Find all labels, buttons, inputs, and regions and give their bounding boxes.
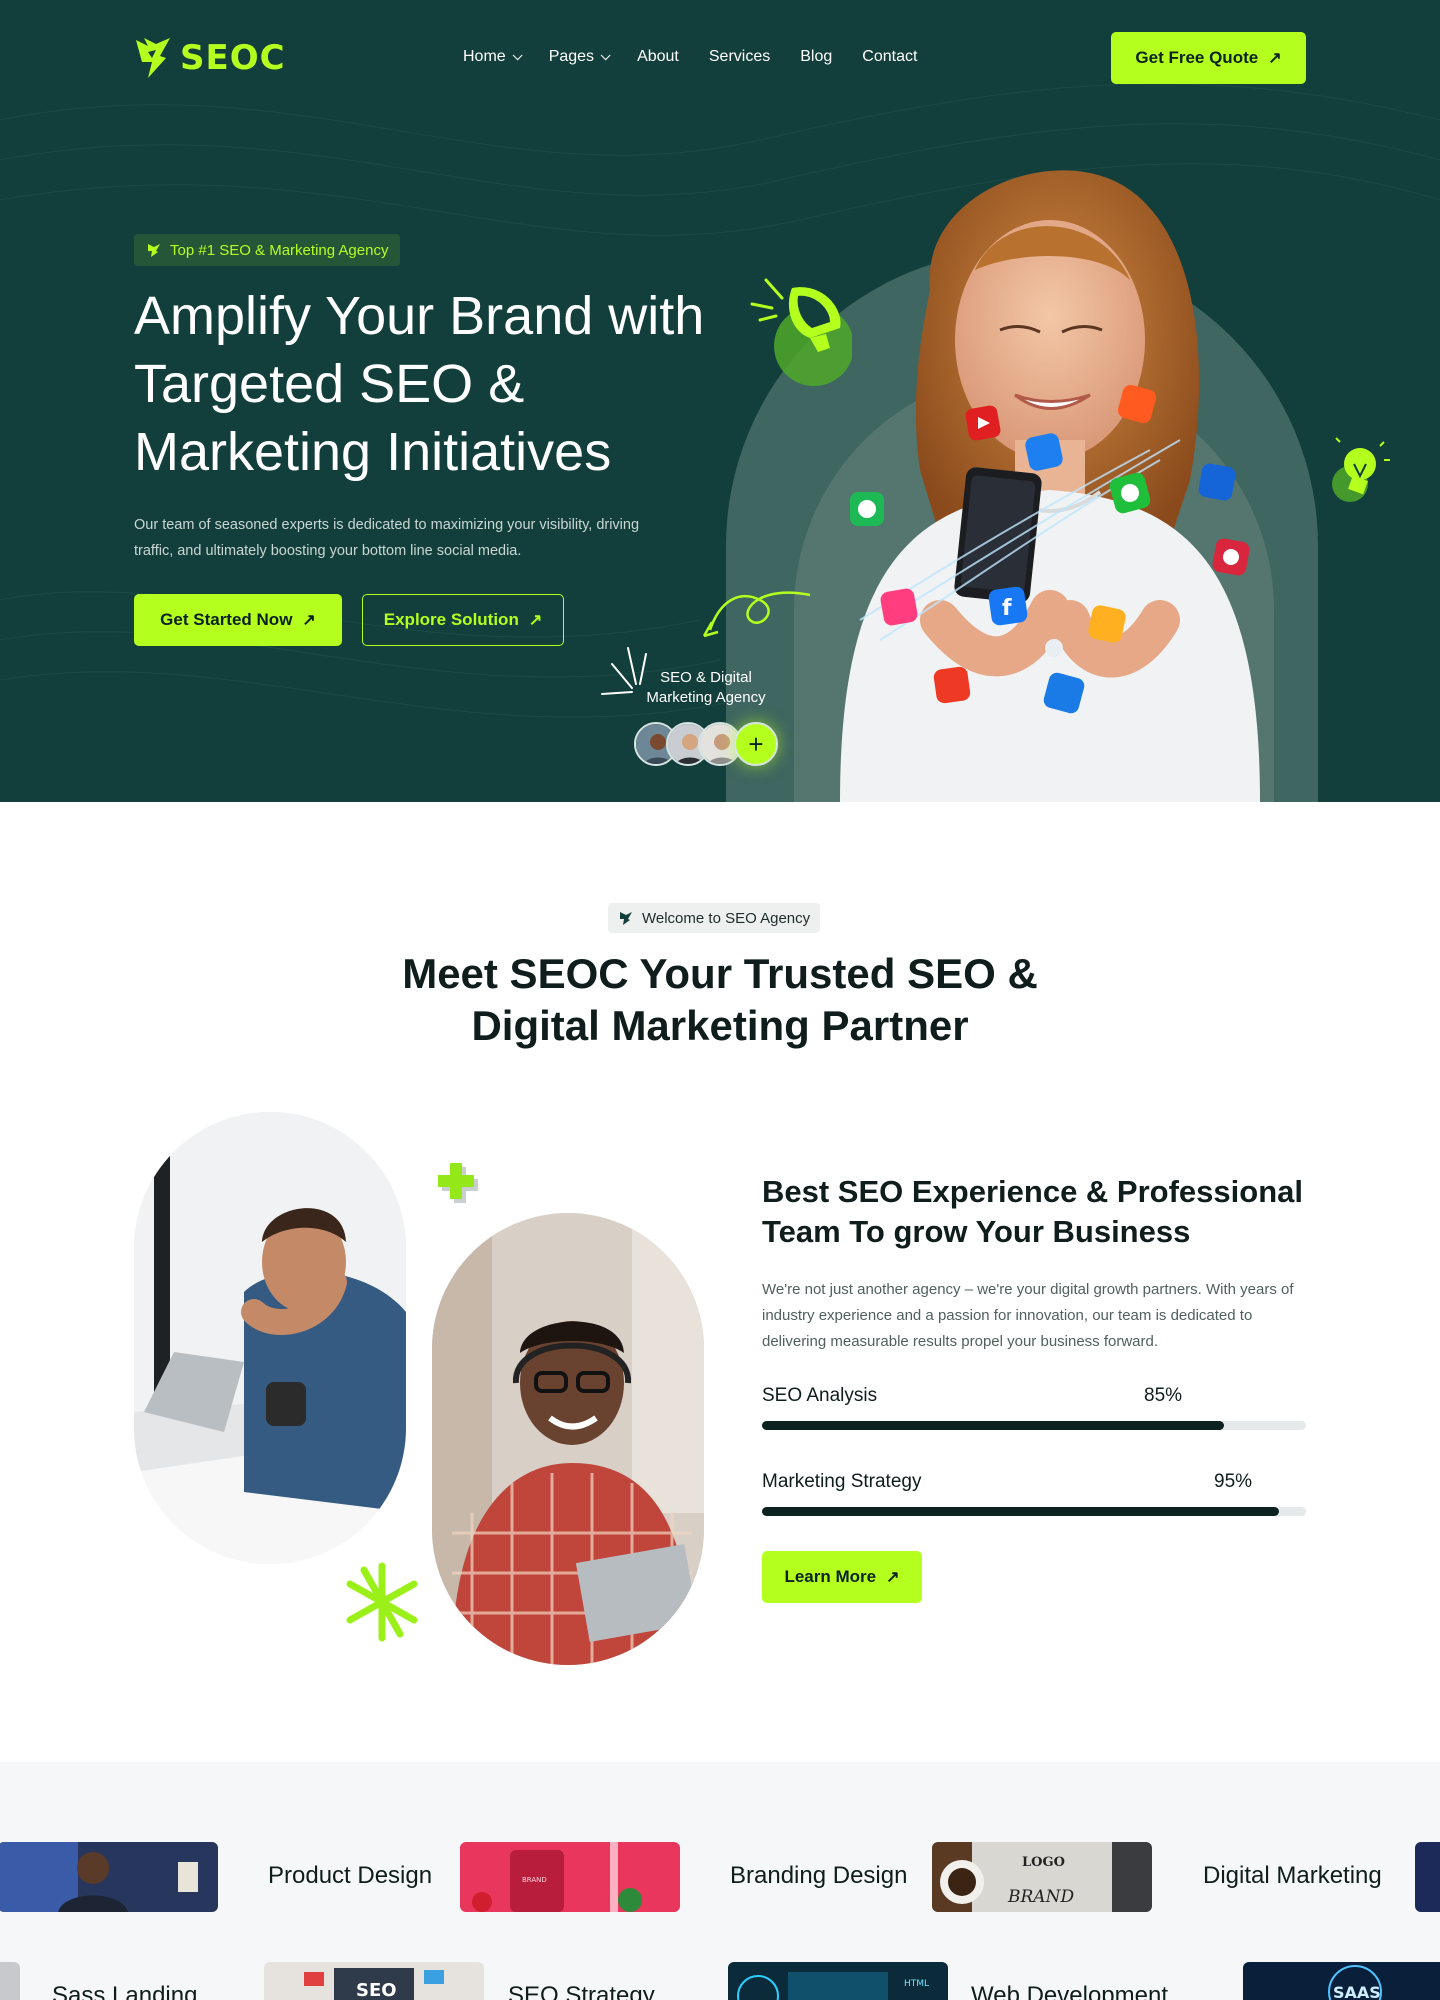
- flag-icon: [148, 244, 160, 257]
- svg-text:f: f: [1002, 596, 1012, 621]
- service-sass-landing[interactable]: Sass Landing: [52, 1982, 197, 2000]
- service-seo-strategy[interactable]: SEO Strategy: [508, 1982, 655, 2000]
- service-thumb-seo[interactable]: SEO: [264, 1962, 484, 2000]
- stressed-man-photo: [134, 1112, 406, 1564]
- quote-button-label: Get Free Quote: [1135, 48, 1259, 67]
- hero-title: Amplify Your Brand with Targeted SEO & M…: [134, 286, 705, 482]
- explore-solution-label: Explore Solution: [383, 610, 519, 629]
- service-thumb-branding-jar[interactable]: BRAND: [460, 1842, 680, 1912]
- about-title-line1: Meet SEOC Your Trusted SEO &: [402, 950, 1038, 997]
- nav-home-label: Home: [463, 48, 506, 65]
- service-branding-design[interactable]: Branding Design: [730, 1862, 907, 1890]
- get-started-label: Get Started Now: [160, 610, 293, 629]
- logo-text: SEOC: [180, 38, 286, 78]
- skill-percent: 85%: [1144, 1385, 1183, 1406]
- chevron-down-icon: [512, 49, 523, 60]
- explore-solution-button[interactable]: Explore Solution ↗: [362, 594, 564, 646]
- about-title: Meet SEOC Your Trusted SEO & Digital Mar…: [370, 948, 1070, 1052]
- services-marquee: Product Design BRAND Branding Design LOG…: [0, 1762, 1440, 2000]
- skill-percent: 95%: [1214, 1471, 1253, 1492]
- arrow-up-right-icon: ↗: [302, 612, 316, 629]
- html-thumb-text: HTML: [904, 1979, 929, 1989]
- progress-track: [762, 1507, 1306, 1516]
- service-thumb-next[interactable]: [1415, 1842, 1440, 1912]
- hero-badge: Top #1 SEO & Marketing Agency: [134, 234, 401, 266]
- about-badge: Welcome to SEO Agency: [608, 903, 821, 933]
- top-navbar: SEOC Home Pages About Services Blog Cont…: [0, 0, 1440, 116]
- marquee-row-1: Product Design BRAND Branding Design LOG…: [0, 1842, 1440, 1914]
- nav-contact[interactable]: Contact: [862, 48, 917, 66]
- nav-services-label: Services: [708, 48, 771, 65]
- skill-marketing-strategy: Marketing Strategy 95%: [762, 1471, 1306, 1516]
- hero-section: SEOC Home Pages About Services Blog Cont…: [0, 0, 1440, 802]
- skill-label: SEO Analysis: [762, 1385, 878, 1406]
- seo-tag-line2: Marketing Agency: [646, 689, 766, 706]
- arrow-up-right-icon: ↗: [886, 1569, 900, 1586]
- nav-pages-label: Pages: [548, 48, 595, 65]
- service-digital-marketing[interactable]: Digital Marketing: [1203, 1862, 1382, 1890]
- service-thumb-prev[interactable]: [0, 1962, 20, 2000]
- experience-description: We're not just another agency – we're yo…: [762, 1281, 1294, 1350]
- jar-brand-text: BRAND: [522, 1876, 547, 1884]
- nav-about[interactable]: About: [637, 48, 679, 66]
- service-web-development[interactable]: Web Development: [971, 1982, 1168, 2000]
- arrow-up-right-icon: ↗: [528, 612, 543, 629]
- smiling-man-headset-photo: [432, 1213, 704, 1665]
- seo-agency-tag: SEO & Digital Marketing Agency: [636, 668, 776, 708]
- arrow-up-right-icon: ↗: [1268, 50, 1282, 67]
- service-product-design[interactable]: Product Design: [268, 1862, 432, 1890]
- brand-thumb-text: BRAND: [1007, 1887, 1074, 1907]
- service-thumb-video[interactable]: [0, 1842, 218, 1912]
- progress-fill: [762, 1421, 1225, 1430]
- progress-track: [762, 1421, 1306, 1430]
- flag-icon: [620, 912, 632, 925]
- nav-services[interactable]: Services: [709, 48, 770, 66]
- social-media-icons-cloud: f: [850, 384, 1250, 714]
- get-started-button[interactable]: Get Started Now ↗: [134, 594, 342, 646]
- seo-thumb-text: SEO: [356, 1980, 397, 2000]
- about-badge-text: Welcome to SEO Agency: [642, 909, 811, 927]
- nav-home[interactable]: Home: [463, 48, 523, 66]
- nav-contact-label: Contact: [862, 48, 918, 65]
- learn-more-button[interactable]: Learn More ↗: [762, 1551, 922, 1603]
- skill-seo-analysis: SEO Analysis 85%: [762, 1385, 1306, 1430]
- lightbulb-icon: [1332, 437, 1390, 502]
- nav-menu: Home Pages About Services Blog Contact: [463, 48, 917, 66]
- progress-fill: [762, 1507, 1279, 1516]
- asterisk-icon: [346, 1562, 418, 1642]
- nav-about-label: About: [637, 48, 679, 65]
- hero-badge-text: Top #1 SEO & Marketing Agency: [170, 241, 389, 259]
- hero-description: Our team of seasoned experts is dedicate…: [134, 517, 640, 559]
- about-title-line2: Digital Marketing Partner: [471, 1002, 969, 1049]
- logo-icon: [136, 38, 170, 78]
- learn-more-label: Learn More: [784, 1567, 877, 1586]
- get-free-quote-button[interactable]: Get Free Quote ↗: [1111, 32, 1306, 84]
- site-logo[interactable]: SEOC: [134, 36, 286, 80]
- nav-blog[interactable]: Blog: [800, 48, 832, 66]
- curly-arrow-icon: [702, 591, 811, 638]
- service-thumb-logo[interactable]: LOGO BRAND: [932, 1842, 1152, 1912]
- service-thumb-web-dev[interactable]: HTML: [728, 1962, 948, 2000]
- nav-pages[interactable]: Pages: [548, 48, 611, 66]
- service-thumb-saas[interactable]: SAAS: [1243, 1962, 1440, 2000]
- logo-thumb-text: LOGO: [1022, 1855, 1065, 1870]
- marquee-row-2: Sass Landing SEO SEO Strategy HTML Web D…: [0, 1962, 1440, 2000]
- saas-thumb-text: SAAS: [1333, 1983, 1381, 2000]
- seo-tag-line1: SEO & Digital: [660, 669, 752, 686]
- nav-blog-label: Blog: [800, 48, 833, 65]
- experience-title: Best SEO Experience & Professional Team …: [762, 1174, 1303, 1249]
- plus-shape-icon: [438, 1163, 478, 1203]
- chevron-down-icon: [600, 49, 611, 60]
- client-avatars: +: [634, 722, 778, 766]
- plus-icon: +: [748, 728, 764, 759]
- add-client-button[interactable]: +: [734, 722, 778, 766]
